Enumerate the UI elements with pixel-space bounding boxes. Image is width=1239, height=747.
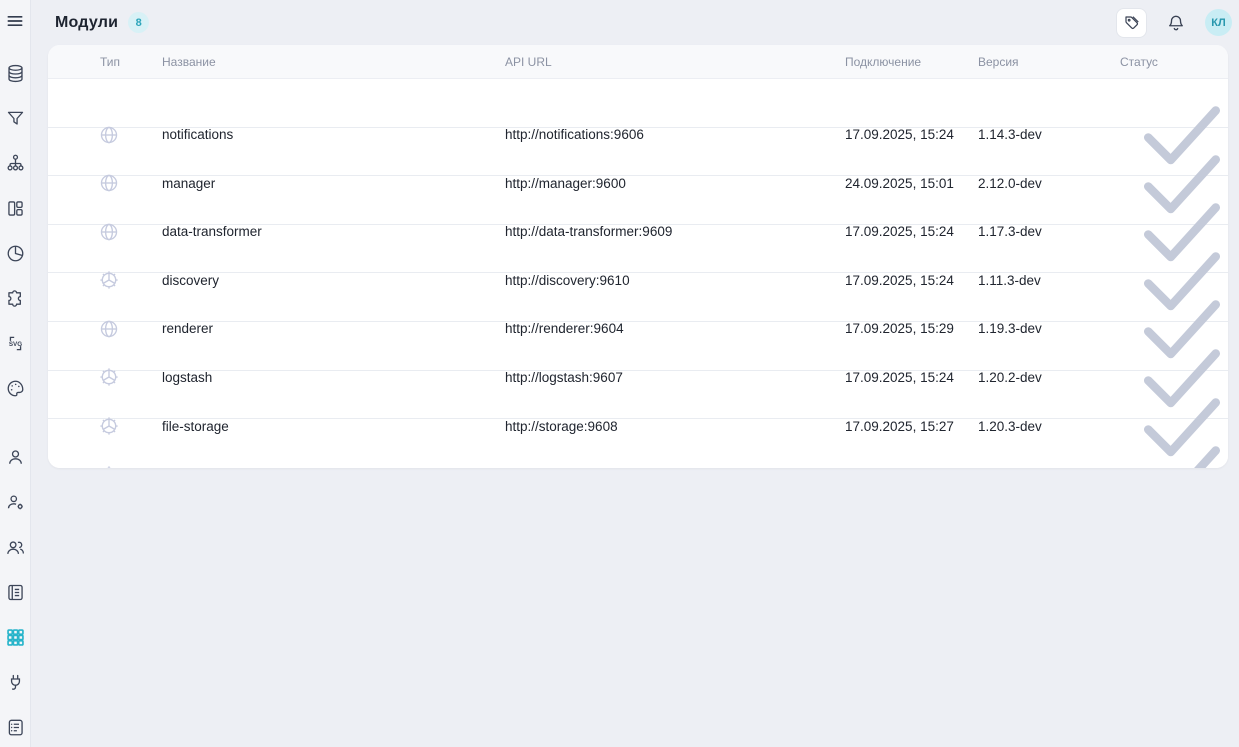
module-connected: 17.09.2025, 15:27 xyxy=(845,419,978,434)
module-version: 1.19.3-dev xyxy=(978,321,1120,336)
module-name: logstash xyxy=(162,370,505,385)
web-type-icon xyxy=(98,172,120,194)
module-url: http://data-transformer:9609 xyxy=(505,224,845,239)
module-name: renderer xyxy=(162,321,505,336)
web-type-icon xyxy=(98,221,120,243)
sidebar: SVG xyxy=(0,0,31,747)
user-icon[interactable] xyxy=(5,447,26,468)
module-connected: 24.09.2025, 15:01 xyxy=(845,176,978,191)
module-connected: 24.09.2025, 14:58 xyxy=(845,467,978,468)
plug-icon[interactable] xyxy=(5,672,26,693)
module-version: 1.20.2-dev xyxy=(978,370,1120,385)
module-version: 1.24.3-dev xyxy=(978,467,1120,468)
database-icon[interactable] xyxy=(5,63,26,84)
module-url: http://discovery:9610 xyxy=(505,273,845,288)
column-header-api-url: API URL xyxy=(505,55,845,69)
module-url: http://logstash:9607 xyxy=(505,370,845,385)
column-header-status: Статус xyxy=(1120,55,1228,69)
module-name: notifications xyxy=(162,127,505,142)
module-version: 1.11.3-dev xyxy=(978,273,1120,288)
column-header-type: Тип xyxy=(48,55,162,69)
module-name: manager xyxy=(162,176,505,191)
bell-icon[interactable] xyxy=(1166,13,1186,33)
module-connected: 17.09.2025, 15:24 xyxy=(845,370,978,385)
modules-table: Тип Название API URL Подключение Версия … xyxy=(48,45,1228,468)
column-header-connection: Подключение xyxy=(845,55,978,69)
user-settings-icon[interactable] xyxy=(5,492,26,513)
sitemap-icon[interactable] xyxy=(5,153,26,174)
module-name: discovery xyxy=(162,273,505,288)
journal-icon[interactable] xyxy=(5,582,26,603)
modules-grid-icon[interactable] xyxy=(5,627,26,648)
module-connected: 17.09.2025, 15:24 xyxy=(845,273,978,288)
column-header-version: Версия xyxy=(978,55,1120,69)
module-name: file-storage xyxy=(162,419,505,434)
table-body: notifications http://notifications:9606 … xyxy=(48,79,1228,468)
menu-icon[interactable] xyxy=(5,11,25,31)
count-badge: 8 xyxy=(128,12,149,33)
page-title: Модули xyxy=(55,14,118,32)
module-name: data-transformer xyxy=(162,224,505,239)
module-url: http://notifications:9606 xyxy=(505,127,845,142)
gear-type-icon xyxy=(98,415,120,437)
layout-icon[interactable] xyxy=(5,198,26,219)
module-version: 1.17.3-dev xyxy=(978,224,1120,239)
web-type-icon xyxy=(98,124,120,146)
module-connected: 17.09.2025, 15:24 xyxy=(845,127,978,142)
module-version: 1.14.3-dev xyxy=(978,127,1120,142)
web-type-icon xyxy=(98,318,120,340)
tags-icon xyxy=(1123,14,1141,32)
module-connected: 17.09.2025, 15:24 xyxy=(845,224,978,239)
module-version: 1.20.3-dev xyxy=(978,419,1120,434)
module-url: http://gateway:9690 xyxy=(505,467,845,468)
column-header-name: Название xyxy=(162,55,505,69)
gear-type-icon xyxy=(98,269,120,291)
users-icon[interactable] xyxy=(5,537,26,558)
pie-chart-icon[interactable] xyxy=(5,243,26,264)
logs-icon[interactable] xyxy=(5,717,26,738)
filter-icon[interactable] xyxy=(5,108,26,129)
table-header-row: Тип Название API URL Подключение Версия … xyxy=(48,45,1228,79)
module-url: http://manager:9600 xyxy=(505,176,845,191)
module-url: http://renderer:9604 xyxy=(505,321,845,336)
svg-text:SVG: SVG xyxy=(8,341,21,348)
module-url: http://storage:9608 xyxy=(505,419,845,434)
module-connected: 17.09.2025, 15:29 xyxy=(845,321,978,336)
svg-icon[interactable]: SVG xyxy=(5,333,26,354)
puzzle-icon[interactable] xyxy=(5,288,26,309)
gear-type-icon xyxy=(98,366,120,388)
module-name: gateway xyxy=(162,467,505,468)
avatar[interactable]: КЛ xyxy=(1205,9,1232,36)
table-row[interactable]: notifications http://notifications:9606 … xyxy=(48,79,1228,128)
palette-icon[interactable] xyxy=(5,378,26,399)
gear-type-icon xyxy=(98,464,120,468)
tags-button[interactable] xyxy=(1116,8,1147,38)
module-version: 2.12.0-dev xyxy=(978,176,1120,191)
topbar: Модули 8 КЛ xyxy=(31,0,1239,45)
